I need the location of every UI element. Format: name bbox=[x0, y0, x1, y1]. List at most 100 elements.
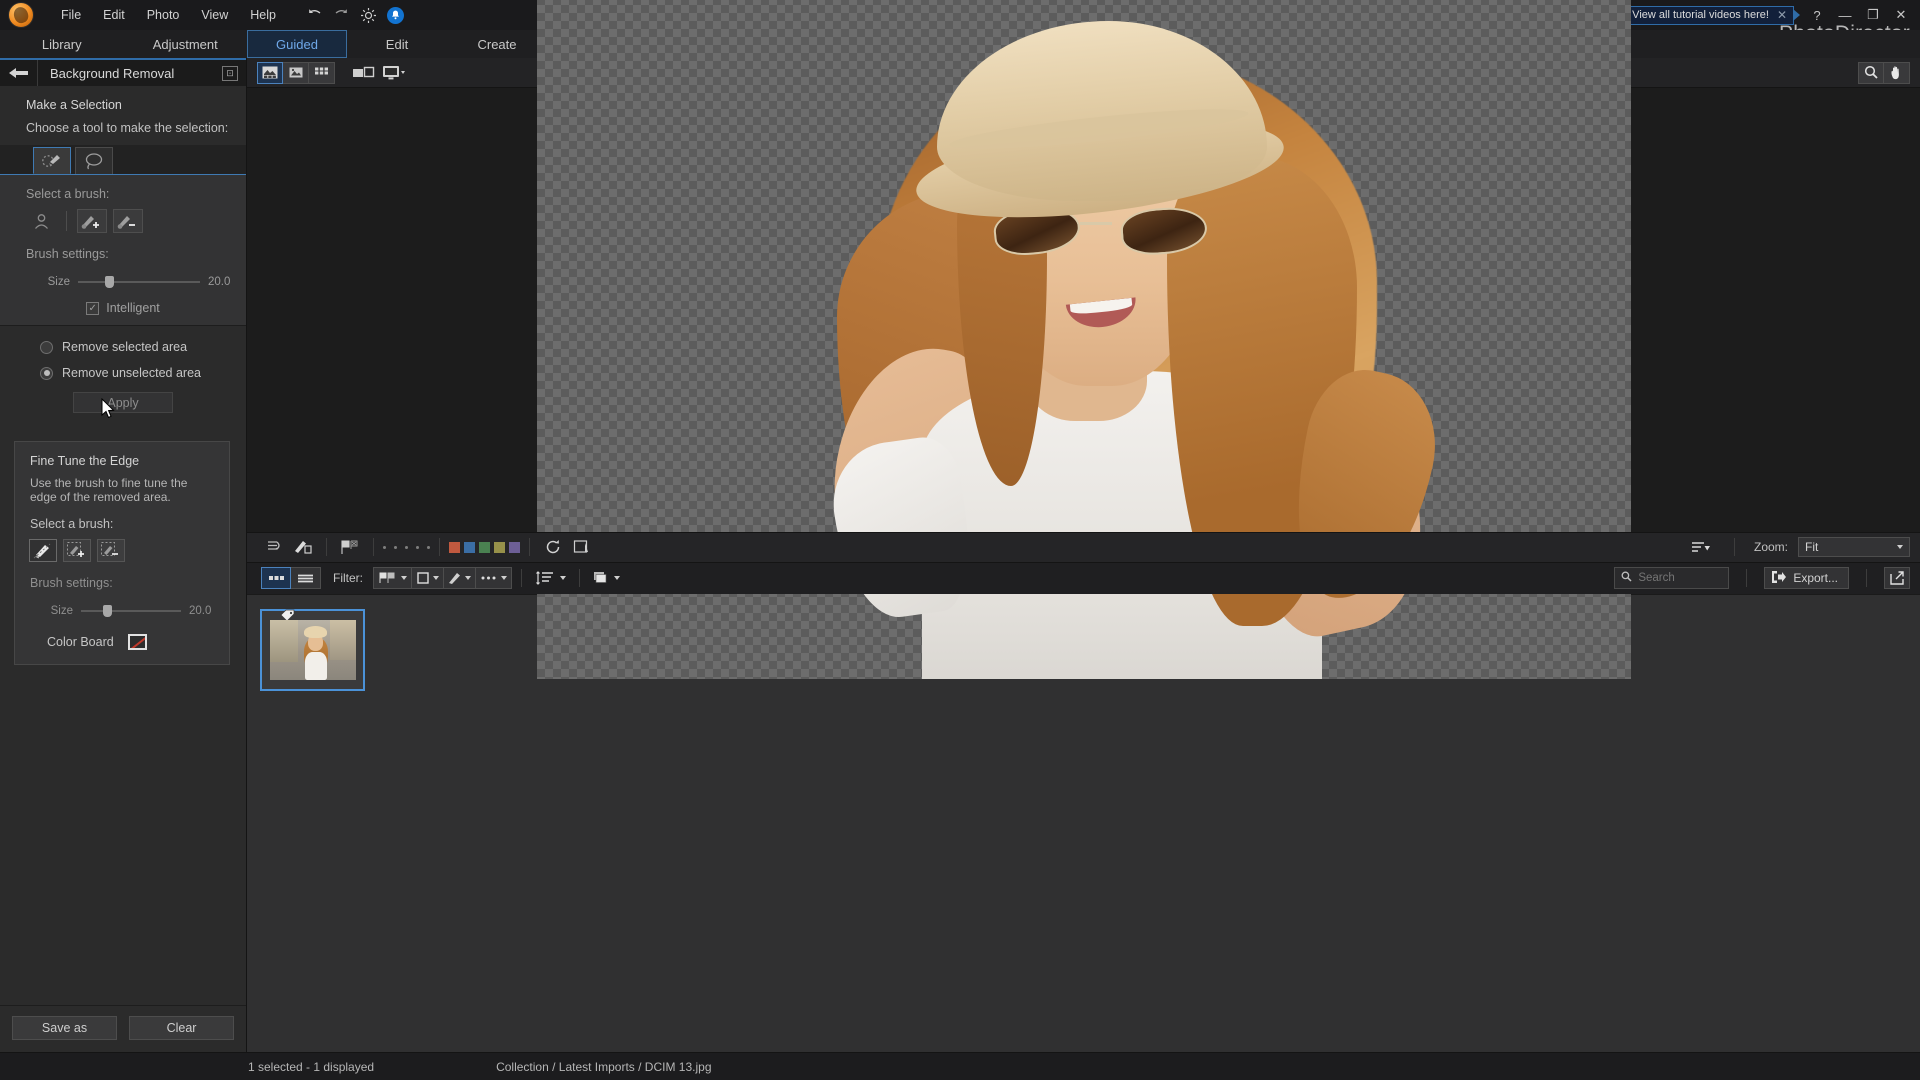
menu-view[interactable]: View bbox=[190, 4, 239, 26]
removal-options-section: Remove selected area Remove unselected a… bbox=[0, 325, 246, 423]
fine-tune-size-label: Size bbox=[50, 605, 73, 618]
thumbnail-view-icon[interactable] bbox=[261, 567, 291, 589]
search-box[interactable]: ✕ bbox=[1614, 567, 1808, 589]
sort-size-icon[interactable] bbox=[531, 567, 570, 589]
export-icon bbox=[1771, 570, 1787, 587]
fine-tune-title: Fine Tune the Edge bbox=[30, 454, 140, 468]
color-label-swatches[interactable] bbox=[449, 541, 520, 553]
file-path-status: Collection / Latest Imports / DCIM 13.jp… bbox=[496, 1059, 712, 1074]
clear-button[interactable]: Clear bbox=[129, 1016, 234, 1040]
zoom-magnifier-icon[interactable] bbox=[1858, 61, 1884, 84]
tab-edit[interactable]: Edit bbox=[347, 30, 447, 58]
zoom-select[interactable]: Fit bbox=[1798, 537, 1910, 557]
fine-tune-size-slider[interactable] bbox=[81, 604, 181, 618]
open-external-icon[interactable] bbox=[1884, 567, 1910, 589]
divider bbox=[529, 538, 530, 556]
tab-library[interactable]: Library bbox=[0, 30, 124, 58]
stack-icon[interactable] bbox=[589, 567, 624, 589]
slider-knob[interactable] bbox=[103, 605, 112, 618]
brush-select-tool[interactable] bbox=[33, 147, 71, 174]
radio-remove-unselected[interactable] bbox=[40, 366, 53, 380]
intelligent-label: Intelligent bbox=[106, 301, 160, 315]
intelligent-checkbox-row[interactable]: ✓ Intelligent bbox=[0, 301, 246, 315]
tab-create[interactable]: Create bbox=[447, 30, 547, 58]
chevron-down-icon bbox=[401, 576, 407, 580]
main-body: Background Removal ⊡ Make a Selection Ch… bbox=[0, 0, 1920, 1052]
menu-help[interactable]: Help bbox=[239, 4, 287, 26]
fine-brush-subtract-icon[interactable] bbox=[97, 539, 125, 563]
save-as-button[interactable]: Save as bbox=[12, 1016, 117, 1040]
flag-reject-icon[interactable] bbox=[336, 535, 364, 559]
color-label-swatch[interactable] bbox=[479, 541, 490, 553]
notification-bell-icon[interactable] bbox=[384, 3, 408, 27]
brush-subtract-icon[interactable] bbox=[113, 209, 143, 233]
brush-add-icon[interactable] bbox=[77, 209, 107, 233]
color-board-swatch[interactable] bbox=[127, 634, 147, 651]
fine-brush-add-icon[interactable] bbox=[63, 539, 91, 563]
brush-size-slider[interactable] bbox=[78, 275, 200, 289]
apply-button[interactable]: Apply bbox=[73, 392, 173, 413]
view-single-photo-icon[interactable] bbox=[257, 61, 283, 84]
make-selection-heading: Make a Selection bbox=[26, 98, 122, 112]
divider bbox=[439, 538, 440, 556]
pan-hand-icon[interactable] bbox=[1884, 61, 1910, 84]
color-label-swatch[interactable] bbox=[494, 541, 505, 553]
photo-canvas[interactable] bbox=[247, 0, 1920, 679]
color-label-swatch[interactable] bbox=[449, 541, 460, 553]
display-mode-icon[interactable] bbox=[379, 62, 409, 84]
rating-dot[interactable] bbox=[394, 545, 397, 549]
view-compare-icon[interactable] bbox=[283, 61, 309, 84]
menu-edit[interactable]: Edit bbox=[92, 4, 136, 26]
undo-icon[interactable] bbox=[303, 3, 327, 27]
tab-adjustment[interactable]: Adjustment bbox=[124, 30, 248, 58]
view-mode-group bbox=[257, 61, 335, 84]
settings-gear-icon[interactable] bbox=[357, 3, 381, 27]
filter-buttons-group bbox=[373, 567, 512, 589]
rating-dot[interactable] bbox=[405, 545, 408, 549]
option-remove-unselected[interactable]: Remove unselected area bbox=[0, 366, 246, 380]
rating-dot[interactable] bbox=[383, 545, 386, 549]
sort-order-icon[interactable] bbox=[1687, 535, 1715, 559]
pencil-edit-icon[interactable] bbox=[289, 535, 317, 559]
before-after-icon[interactable] bbox=[349, 62, 379, 84]
expand-panel-icon[interactable]: ⊡ bbox=[222, 66, 238, 81]
view-grid-icon[interactable] bbox=[309, 61, 335, 84]
color-label-swatch[interactable] bbox=[509, 541, 520, 553]
back-arrow-icon[interactable] bbox=[0, 60, 38, 86]
rating-dot[interactable] bbox=[416, 545, 419, 549]
choose-tool-subheading: Choose a tool to make the selection: bbox=[26, 121, 229, 135]
fine-tune-brush-row bbox=[15, 539, 229, 563]
divider bbox=[1733, 538, 1735, 556]
panel-header: Background Removal ⊡ bbox=[0, 58, 246, 86]
close-icon[interactable]: ✕ bbox=[1777, 9, 1787, 21]
person-smart-select-icon[interactable] bbox=[26, 209, 56, 233]
rating-dot[interactable] bbox=[427, 545, 430, 549]
list-view-icon[interactable] bbox=[291, 567, 321, 589]
panel-footer: Save as Clear bbox=[0, 1005, 246, 1052]
lasso-select-tool[interactable] bbox=[75, 147, 113, 174]
rotate-icon[interactable] bbox=[539, 535, 567, 559]
edit-filter-icon[interactable] bbox=[444, 567, 476, 589]
eraser-brush-icon[interactable] bbox=[29, 539, 57, 563]
glasses-bridge bbox=[1079, 221, 1112, 225]
radio-remove-selected[interactable] bbox=[40, 340, 53, 354]
color-label-swatch[interactable] bbox=[464, 541, 475, 553]
menu-file[interactable]: File bbox=[50, 4, 92, 26]
panel-title: Background Removal bbox=[50, 65, 175, 81]
history-icon[interactable] bbox=[261, 535, 289, 559]
rating-filter-icon[interactable] bbox=[412, 567, 444, 589]
option-remove-selected[interactable]: Remove selected area bbox=[0, 340, 246, 354]
flag-filter-icon[interactable] bbox=[373, 567, 412, 589]
rating-stars[interactable] bbox=[383, 545, 430, 549]
divider bbox=[373, 538, 374, 556]
thumbnail-dcim-13[interactable] bbox=[260, 608, 365, 691]
tab-guided[interactable]: Guided bbox=[247, 30, 347, 58]
crop-compare-icon[interactable] bbox=[567, 535, 595, 559]
export-button[interactable]: Export... bbox=[1764, 567, 1849, 589]
redo-icon[interactable] bbox=[330, 3, 354, 27]
menu-bar: File Edit Photo View Help bbox=[50, 0, 287, 30]
intelligent-checkbox[interactable]: ✓ bbox=[86, 301, 100, 315]
menu-photo[interactable]: Photo bbox=[136, 4, 191, 26]
more-filter-icon[interactable] bbox=[476, 567, 512, 589]
slider-knob[interactable] bbox=[104, 276, 114, 288]
